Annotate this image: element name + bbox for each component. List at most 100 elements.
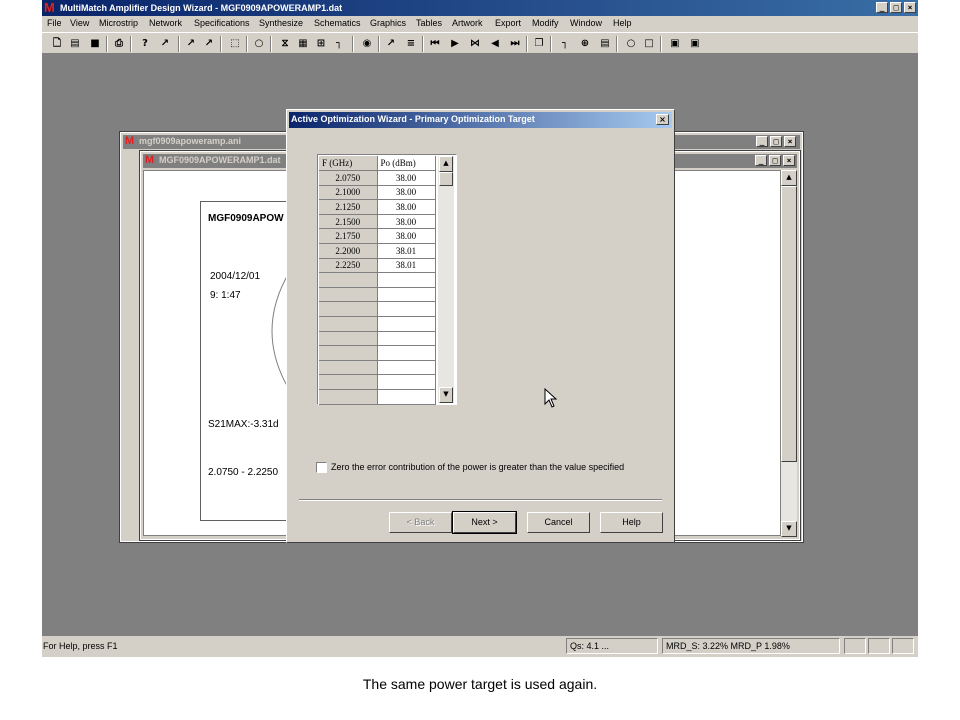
status-mrd: MRD_S: 3.22% MRD_P 1.98% [662,638,840,654]
menu-schematics[interactable]: Schematics [314,18,361,28]
frequency-cell [319,374,378,390]
power-cell[interactable]: 38.00 [377,199,436,215]
minimize-button[interactable]: _ [876,2,888,13]
power-cell[interactable] [377,331,436,347]
child-logo-icon: M [145,154,155,166]
power-cell[interactable] [377,301,436,318]
menu-export[interactable]: Export [495,18,521,28]
menu-view[interactable]: View [70,18,89,28]
arrow-tool-icon[interactable]: ↗ [184,37,198,50]
circle2-icon[interactable]: ○ [624,37,638,50]
menu-microstrip[interactable]: Microstrip [99,18,138,28]
power-cell[interactable] [377,389,436,405]
grid-scroll-up-button[interactable]: ▲ [439,156,453,172]
circle-icon[interactable]: ○ [252,37,266,50]
context-help-icon[interactable]: ↗ [158,37,172,50]
menu-network[interactable]: Network [149,18,182,28]
toolbar: 🗋 ▤ ■ ⎙ ? ↗ ↗ ↗ ⬚ ○ ⧖ ▦ ⊞ ┐ ◉ ↗ ≡ ⏮ ▶ ⋈ … [42,32,918,54]
target-grid[interactable]: F (GHz) Po (dBm) 2.0750 38.00 2.1000 38.00 2.1… [317,154,457,405]
end-icon[interactable]: ⏭ [508,37,522,50]
maximize-button[interactable]: □ [890,2,902,13]
menu-artwork[interactable]: Artwork [452,18,483,28]
child-maximize-button[interactable]: □ [770,136,782,147]
menu-tables[interactable]: Tables [416,18,442,28]
help-button[interactable]: Help [600,512,663,533]
report-title: MGF0909APOW [208,213,284,224]
back-icon[interactable]: ◀ [488,37,502,50]
menu-modify[interactable]: Modify [532,18,559,28]
caption-text: The same power target is used again. [362,676,598,692]
back-button[interactable]: < Back [389,512,452,533]
grid-scroll-thumb[interactable] [439,172,453,186]
close-button[interactable]: × [904,2,916,13]
box-icon[interactable]: ▤ [598,37,612,50]
menu-specifications[interactable]: Specifications [194,18,250,28]
next-button[interactable]: Next > [452,511,517,534]
dialog-titlebar: Active Optimization Wizard - Primary Opt… [289,112,672,128]
table-row [319,389,436,405]
menu-graphics[interactable]: Graphics [370,18,406,28]
tuner-icon[interactable]: ┐ [558,37,572,50]
arrow-tool2-icon[interactable]: ↗ [202,37,216,50]
power-cell[interactable] [377,374,436,390]
network-icon[interactable]: ┐ [332,37,346,50]
dialog-close-button[interactable]: × [656,114,669,125]
child-maximize-button[interactable]: □ [769,155,781,166]
probe-icon[interactable]: ↗ [384,37,398,50]
block-icon[interactable]: ⊞ [314,37,328,50]
zero-error-checkbox[interactable] [316,462,327,473]
power-cell[interactable]: 38.00 [377,214,436,230]
power-cell[interactable] [377,345,436,361]
toolbar-separator [352,36,354,52]
status-pane-empty [868,638,890,654]
frequency-cell: 2.1000 [319,185,378,201]
square-icon[interactable]: □ [642,37,656,50]
power-cell[interactable]: 38.01 [377,258,436,274]
step-icon[interactable]: ⋈ [468,37,482,50]
new-file-icon[interactable]: 🗋 [50,37,64,50]
scroll-thumb[interactable] [781,186,797,462]
component-icon[interactable]: ≡ [404,37,418,50]
table-row [319,301,436,318]
table-row [319,345,436,361]
play-icon[interactable]: ▶ [448,37,462,50]
power-cell[interactable]: 38.00 [377,185,436,201]
hourglass-icon[interactable]: ⧖ [278,37,292,50]
lock-icon[interactable]: ▣ [668,37,682,50]
scroll-down-button[interactable]: ▼ [781,521,797,537]
optimization-wizard-dialog: Active Optimization Wizard - Primary Opt… [286,109,675,543]
scroll-up-button[interactable]: ▲ [781,170,797,186]
target-icon[interactable]: ◉ [360,37,374,50]
child-minimize-button[interactable]: _ [756,136,768,147]
power-cell[interactable] [377,272,436,288]
unlock-icon[interactable]: ▣ [688,37,702,50]
menu-synthesize[interactable]: Synthesize [259,18,303,28]
port-icon[interactable]: ⬚ [228,37,242,50]
menu-help[interactable]: Help [613,18,632,28]
power-cell[interactable] [377,360,436,376]
help-icon[interactable]: ? [138,37,152,50]
tune-icon[interactable]: ⊕ [578,37,592,50]
child-close-button[interactable]: × [784,136,796,147]
save-icon[interactable]: ■ [88,37,102,50]
grid-scroll-down-button[interactable]: ▼ [439,387,453,403]
grid-scrollbar[interactable]: ▲ ▼ [438,156,454,403]
table-row: 2.1250 38.00 [319,199,436,215]
menu-file[interactable]: File [47,18,62,28]
power-cell[interactable]: 38.00 [377,228,436,245]
power-cell[interactable]: 38.01 [377,243,436,259]
print-icon[interactable]: ⎙ [112,37,126,50]
child-minimize-button[interactable]: _ [755,155,767,166]
power-cell[interactable] [377,316,436,332]
power-cell[interactable]: 38.00 [377,170,436,186]
zero-error-checkbox-label[interactable]: Zero the error contribution of the power… [331,462,624,472]
copy-icon[interactable]: ❐ [532,37,546,50]
child-close-button[interactable]: × [783,155,795,166]
first-icon[interactable]: ⏮ [428,37,442,50]
cancel-button[interactable]: Cancel [527,512,590,533]
child-vertical-scrollbar[interactable]: ▲ ▼ [781,170,797,537]
open-folder-icon[interactable]: ▤ [68,37,82,50]
power-cell[interactable] [377,287,436,303]
menu-window[interactable]: Window [570,18,602,28]
grid-icon[interactable]: ▦ [296,37,310,50]
